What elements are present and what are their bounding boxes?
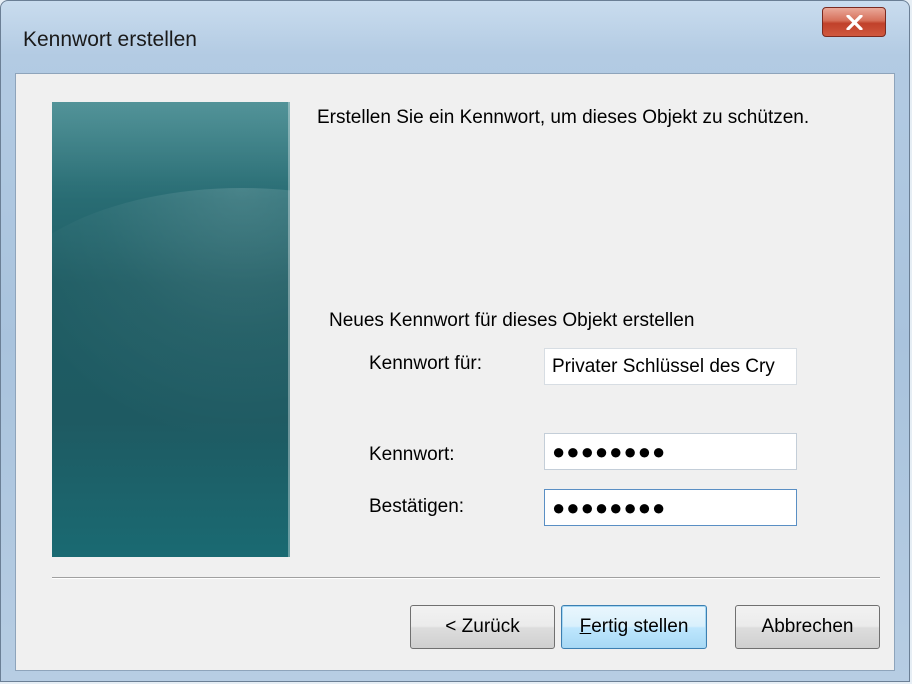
- title-bar[interactable]: Kennwort erstellen: [1, 1, 909, 73]
- password-for-field[interactable]: Privater Schlüssel des Cry: [544, 348, 797, 385]
- confirm-label: Bestätigen:: [369, 496, 465, 517]
- password-for-label: Kennwort für:: [369, 353, 482, 374]
- divider: [52, 577, 880, 579]
- dialog-window: Kennwort erstellen Erstellen Sie ein Ken…: [0, 0, 910, 682]
- cancel-button[interactable]: Abbrechen: [735, 605, 880, 649]
- dialog-client-area: Erstellen Sie ein Kennwort, um dieses Ob…: [15, 73, 895, 671]
- close-icon: [846, 15, 863, 30]
- section-label: Neues Kennwort für dieses Objekt erstell…: [329, 310, 695, 331]
- finish-button[interactable]: Fertig stellen: [561, 605, 707, 649]
- password-input[interactable]: ●●●●●●●●: [544, 433, 797, 470]
- close-button[interactable]: [822, 7, 886, 37]
- window-title: Kennwort erstellen: [23, 28, 197, 51]
- back-button[interactable]: < Zurück: [410, 605, 555, 649]
- instruction-text: Erstellen Sie ein Kennwort, um dieses Ob…: [317, 107, 810, 128]
- wizard-banner-image: [52, 102, 290, 557]
- confirm-password-input[interactable]: ●●●●●●●●: [544, 489, 797, 526]
- password-label: Kennwort:: [369, 444, 455, 465]
